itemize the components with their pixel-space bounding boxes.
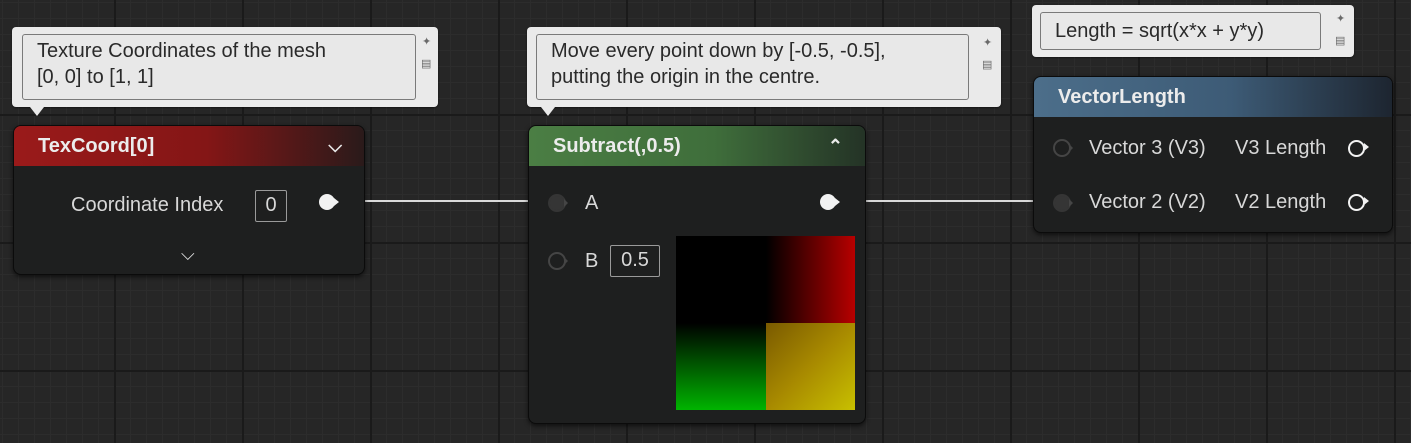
- subtract-node[interactable]: Subtract(,0.5) ⌃ A B 0.5: [528, 125, 866, 424]
- v2-output-label: V2 Length: [1235, 191, 1327, 213]
- comment-bubble-icon[interactable]: ▤: [982, 58, 992, 71]
- chevron-down-icon[interactable]: ⌵: [328, 136, 342, 157]
- comment-text[interactable]: Length = sqrt(x*x + y*y): [1040, 12, 1321, 50]
- input-pin-v3[interactable]: [1053, 139, 1073, 157]
- comment-text[interactable]: Move every point down by [-0.5, -0.5], p…: [536, 34, 969, 100]
- pin-b-value-field[interactable]: 0.5: [610, 245, 660, 277]
- node-header[interactable]: TexCoord[0] ⌵: [14, 126, 364, 166]
- input-pin-a[interactable]: [548, 194, 568, 212]
- comment-bubble-texcoord[interactable]: Texture Coordinates of the mesh [0, 0] t…: [12, 27, 438, 116]
- material-preview: [676, 236, 855, 410]
- pin-a-label: A: [585, 192, 599, 214]
- node-title: TexCoord[0]: [38, 134, 155, 157]
- vectorlength-node[interactable]: VectorLength Vector 3 (V3) V3 Length Vec…: [1033, 76, 1393, 233]
- chevron-up-icon[interactable]: ⌃: [828, 136, 843, 157]
- node-header[interactable]: Subtract(,0.5) ⌃: [529, 126, 865, 166]
- preview-quadrant: [765, 323, 855, 410]
- preview-quadrant: [765, 236, 855, 323]
- comment-tail: [541, 107, 555, 116]
- coordinate-index-field[interactable]: 0: [255, 190, 287, 222]
- texcoord-node[interactable]: TexCoord[0] ⌵ Coordinate Index 0 ⌵: [13, 125, 365, 275]
- pin-b-label: B: [585, 250, 599, 272]
- preview-quadrant: [676, 236, 766, 323]
- comment-text[interactable]: Texture Coordinates of the mesh [0, 0] t…: [22, 34, 416, 100]
- output-pin[interactable]: [319, 194, 339, 210]
- pin-icon[interactable]: ✦: [983, 36, 992, 49]
- node-title: Subtract(,0.5): [553, 134, 681, 157]
- input-pin-b[interactable]: [548, 252, 568, 270]
- input-pin-v2[interactable]: [1053, 194, 1073, 212]
- pin-icon[interactable]: ✦: [1336, 12, 1345, 25]
- node-header[interactable]: VectorLength: [1034, 77, 1392, 117]
- comment-bubble-icon[interactable]: ▤: [421, 57, 431, 70]
- expand-chevron-icon[interactable]: ⌵: [181, 244, 195, 265]
- output-pin[interactable]: [820, 194, 840, 210]
- coordinate-index-label: Coordinate Index: [71, 194, 224, 216]
- output-pin-v2[interactable]: [1348, 194, 1369, 211]
- v3-input-label: Vector 3 (V3): [1089, 137, 1206, 159]
- v3-output-label: V3 Length: [1235, 137, 1327, 159]
- comment-bubble-subtract[interactable]: Move every point down by [-0.5, -0.5], p…: [527, 27, 1001, 116]
- comment-bubble-vectorlength[interactable]: Length = sqrt(x*x + y*y) ✦ ▤: [1032, 5, 1354, 57]
- comment-bubble-icon[interactable]: ▤: [1335, 34, 1345, 47]
- pin-icon[interactable]: ✦: [422, 35, 431, 48]
- output-pin-v3[interactable]: [1348, 140, 1369, 157]
- node-title: VectorLength: [1058, 85, 1186, 108]
- preview-quadrant: [676, 323, 766, 410]
- comment-tail: [30, 107, 44, 116]
- v2-input-label: Vector 2 (V2): [1089, 191, 1206, 213]
